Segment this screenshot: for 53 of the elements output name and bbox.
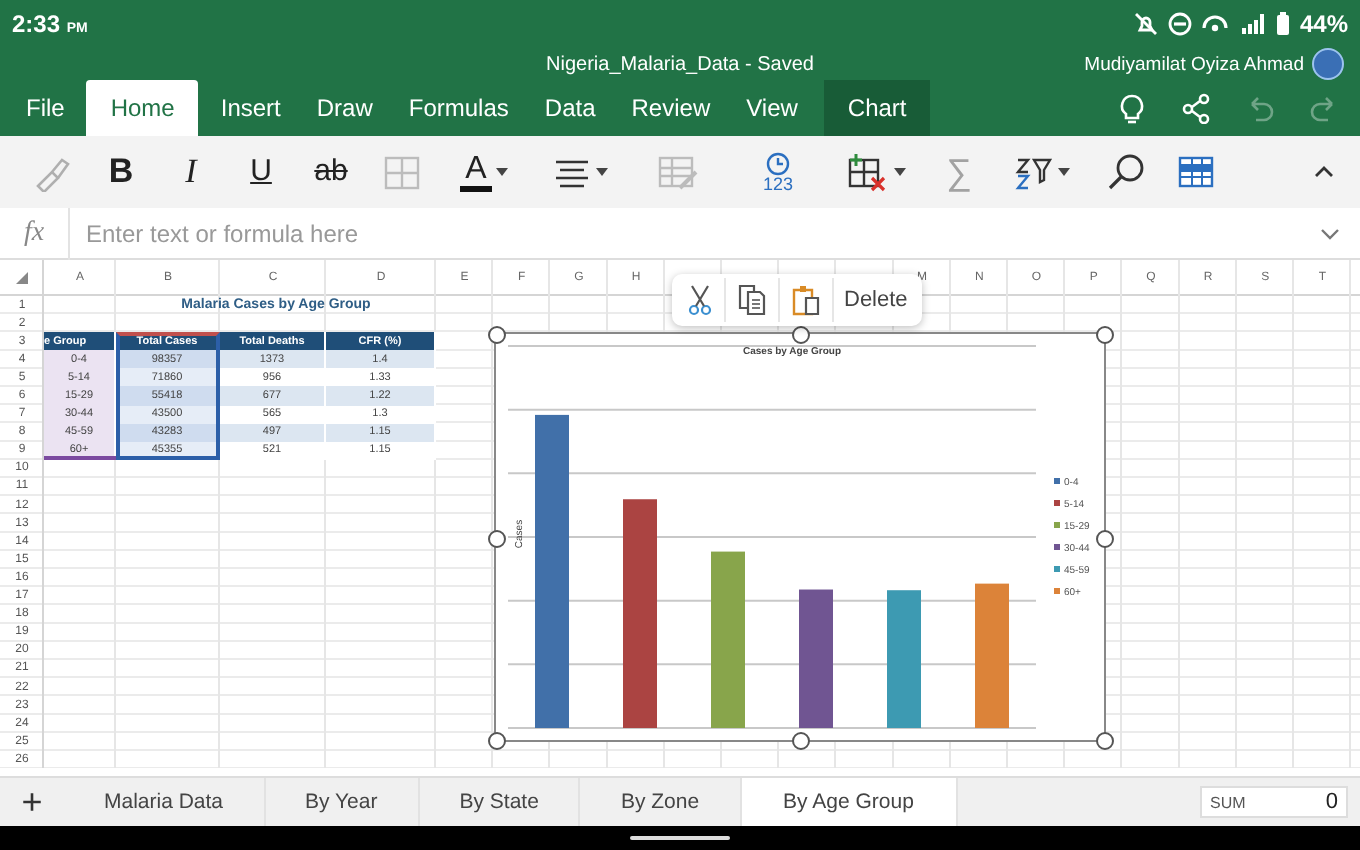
resize-handle[interactable]: [488, 529, 506, 547]
ribbon-tab[interactable]: View: [728, 80, 816, 136]
bold-button[interactable]: B: [108, 152, 134, 192]
underline-button[interactable]: U: [250, 152, 272, 192]
chevron-down-icon[interactable]: [1320, 223, 1340, 243]
font-color-button[interactable]: A: [459, 153, 493, 191]
user-name: Mudiyamilat Oyiza Ahmad: [1084, 53, 1304, 75]
resize-handle[interactable]: [1096, 732, 1114, 750]
battery-icon: [1275, 12, 1290, 36]
paste-icon[interactable]: [790, 284, 822, 316]
lightbulb-icon[interactable]: [1116, 92, 1148, 124]
resize-handle[interactable]: [488, 326, 506, 344]
mute-icon: [1133, 12, 1158, 36]
ribbon-tab[interactable]: Formulas: [390, 80, 527, 136]
sheet-tab[interactable]: By Age Group: [741, 778, 958, 826]
share-icon[interactable]: [1180, 92, 1212, 124]
table-icon[interactable]: [1175, 152, 1215, 192]
number-format-button[interactable]: 123: [762, 151, 794, 193]
ribbon-tab[interactable]: Draw: [298, 80, 391, 136]
caret-icon[interactable]: [596, 168, 608, 176]
select-all-icon[interactable]: [16, 272, 28, 284]
cut-icon[interactable]: [686, 284, 714, 316]
resize-handle[interactable]: [1096, 326, 1114, 344]
document-title: Nigeria_Malaria_Data - Saved: [546, 53, 814, 75]
chart-bar: [799, 589, 833, 728]
caret-icon[interactable]: [496, 168, 509, 176]
ribbon-tab[interactable]: Review: [613, 80, 729, 136]
copy-icon[interactable]: [736, 284, 768, 316]
chart-bar: [887, 590, 921, 728]
ribbon-tab[interactable]: Home: [86, 80, 199, 136]
signal-icon: [1237, 12, 1266, 36]
do-not-disturb-icon: [1167, 12, 1192, 36]
resize-handle[interactable]: [792, 732, 810, 750]
insert-cells-icon[interactable]: [846, 152, 890, 192]
resize-handle[interactable]: [488, 732, 506, 750]
search-icon[interactable]: [1105, 152, 1145, 192]
avatar[interactable]: [1312, 48, 1344, 80]
caret-icon[interactable]: [1058, 168, 1070, 176]
strike-button[interactable]: ab: [314, 152, 348, 192]
ribbon-tab[interactable]: File: [8, 80, 83, 136]
sum-label: SUM: [1210, 793, 1246, 811]
delete-button[interactable]: Delete: [834, 278, 918, 322]
add-sheet-button[interactable]: +: [0, 778, 64, 826]
battery-level: 44%: [1299, 10, 1348, 38]
resize-handle[interactable]: [792, 326, 810, 344]
sum-value: 0: [1325, 790, 1338, 814]
caret-icon[interactable]: [894, 168, 906, 176]
resize-handle[interactable]: [1096, 529, 1114, 547]
ribbon-tab[interactable]: Chart: [823, 80, 931, 136]
italic-button[interactable]: I: [185, 152, 197, 192]
ribbon-tab[interactable]: Insert: [202, 80, 299, 136]
hotspot-icon: [1201, 12, 1228, 36]
ribbon-tab[interactable]: Data: [526, 80, 614, 136]
